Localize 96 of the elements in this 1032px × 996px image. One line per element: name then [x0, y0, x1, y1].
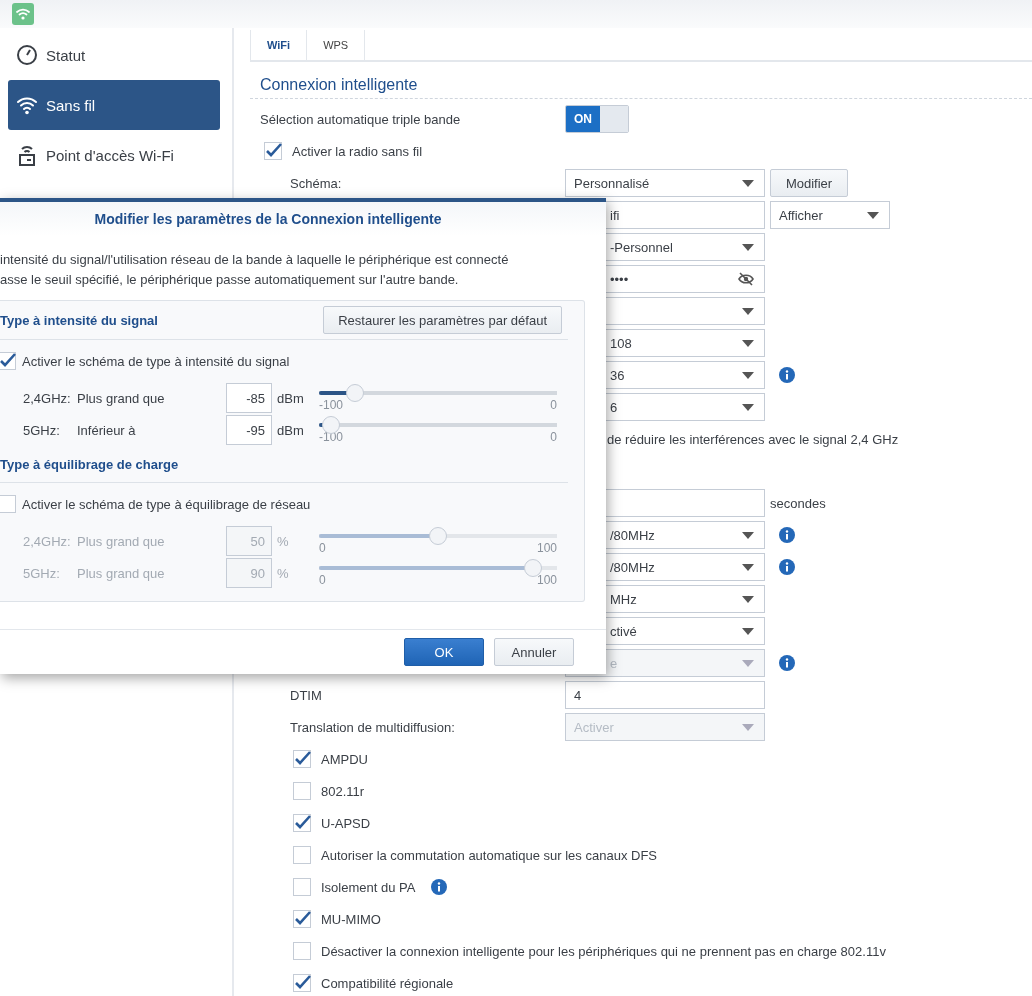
info-icon[interactable] [431, 879, 448, 895]
caret-icon [742, 339, 754, 347]
checkbox-label: U-APSD [321, 815, 371, 831]
description-text: intensité du signal/l'utilisation réseau de la bande à laquelle le périphérique est connecté [0, 251, 510, 269]
caret-icon [742, 531, 754, 539]
min-label: 0 [319, 541, 326, 555]
checkbox[interactable] [293, 974, 311, 992]
field-label: Schéma: [289, 175, 343, 191]
checkbox[interactable] [264, 142, 282, 160]
checkbox-label: 802.11r [321, 783, 365, 799]
wifi-icon [16, 94, 38, 116]
min-label: -100 [319, 398, 344, 412]
section-heading: Type à équilibrage de charge [0, 456, 179, 472]
field-label: DTIM [289, 687, 323, 703]
info-icon[interactable] [779, 559, 795, 575]
caret-icon [742, 179, 754, 187]
band-label: 5GHz: [22, 422, 61, 438]
router-icon [16, 144, 38, 166]
checkbox[interactable] [293, 782, 311, 800]
min-label: -100 [319, 430, 344, 444]
input-field[interactable]: 4 [565, 681, 765, 709]
description-text: asse le seuil spécifié, le périphérique passe automatiquement sur l'autre bande. [0, 271, 460, 289]
section-heading: Type à intensité du signal [0, 312, 158, 328]
info-icon[interactable] [779, 527, 795, 543]
threshold-field[interactable]: -85 [226, 383, 272, 413]
dropdown[interactable]: Afficher [770, 201, 890, 229]
slider-thumb[interactable] [429, 527, 447, 545]
unit-label: % [276, 565, 290, 581]
caret-icon [742, 659, 754, 667]
caret-icon [742, 563, 754, 571]
sidebar-item[interactable]: Point d'accès Wi-Fi [8, 130, 220, 180]
max-label: 100 [536, 541, 557, 555]
slider-thumb[interactable] [321, 416, 340, 434]
checkbox-label: AMPDU [321, 751, 368, 767]
caret-icon [867, 211, 879, 219]
checkbox[interactable] [293, 846, 311, 864]
unit-label: dBm [276, 390, 305, 406]
condition-label: Inférieur à [77, 422, 137, 438]
slider-thumb[interactable] [524, 559, 543, 577]
checkbox-label: Compatibilité régionale [321, 975, 454, 991]
caret-icon [742, 595, 754, 603]
checkbox[interactable] [293, 878, 311, 896]
unit-label: % [276, 533, 290, 549]
checkbox[interactable] [0, 352, 16, 370]
checkbox-label: MU-MIMO [321, 911, 381, 927]
info-icon[interactable] [779, 655, 795, 671]
checkbox[interactable] [293, 942, 311, 960]
unit-label: dBm [276, 422, 305, 438]
tab[interactable]: WiFi [250, 30, 308, 60]
max-label: 100 [536, 573, 557, 587]
caret-icon [742, 723, 754, 731]
caret-icon [742, 371, 754, 379]
restore-defaults-button[interactable]: Restaurer les paramètres par défaut [323, 306, 562, 334]
toggle-switch[interactable]: ON [565, 105, 629, 133]
checkbox-label: Activer le schéma de type à équilibrage de réseau [22, 496, 311, 512]
tab[interactable]: WPS [307, 30, 366, 60]
ok-button[interactable]: OK [404, 638, 484, 666]
caret-icon [742, 627, 754, 635]
caret-icon [742, 307, 754, 315]
checkbox-label: Isolement du PA [321, 879, 416, 895]
caret-icon [742, 243, 754, 251]
unit-label: secondes [770, 495, 826, 511]
cancel-button[interactable]: Annuler [494, 638, 574, 666]
eye-hidden-icon[interactable] [738, 272, 754, 286]
condition-label: Plus grand que [77, 390, 166, 406]
checkbox-label: Activer le schéma de type à intensité du signal [22, 353, 290, 369]
checkbox[interactable] [293, 750, 311, 768]
caret-icon [742, 403, 754, 411]
band-label: 5GHz: [22, 565, 61, 581]
app-wifi-icon [12, 3, 34, 25]
max-label: 0 [550, 398, 557, 412]
checkbox[interactable] [0, 495, 16, 513]
condition-label: Plus grand que [77, 565, 166, 581]
band-label: 2,4GHz: [22, 533, 72, 549]
checkbox-label: Activer la radio sans fil [292, 143, 423, 159]
threshold-field[interactable]: -95 [226, 415, 272, 445]
hint-text: de réduire les interférences avec le signal 2,4 GHz [606, 431, 899, 447]
field-label: Translation de multidiffusion: [289, 719, 456, 735]
min-label: 0 [319, 573, 326, 587]
checkbox[interactable] [293, 910, 311, 928]
modify-button[interactable]: Modifier [770, 169, 848, 197]
sidebar-item[interactable]: Statut [8, 30, 220, 80]
field-label: Sélection automatique triple bande [260, 111, 462, 127]
dropdown[interactable]: Personnalisé [565, 169, 765, 197]
gauge-icon [16, 44, 38, 66]
info-icon[interactable] [779, 367, 795, 383]
dialog-title: Modifier les paramètres de la Connexion intelligente [94, 211, 442, 227]
checkbox-label: Désactiver la connexion intelligente pour les périphériques qui ne prennent pas en charge 802.11v [321, 943, 886, 959]
sidebar-item[interactable]: Sans fil [8, 80, 220, 130]
checkbox-label: Autoriser la commutation automatique sur les canaux DFS [321, 847, 657, 863]
section-title: Connexion intelligente [250, 62, 1032, 99]
slider-thumb[interactable] [345, 384, 364, 402]
checkbox[interactable] [293, 814, 311, 832]
band-label: 2,4GHz: [22, 390, 72, 406]
max-label: 0 [550, 430, 557, 444]
condition-label: Plus grand que [77, 533, 166, 549]
